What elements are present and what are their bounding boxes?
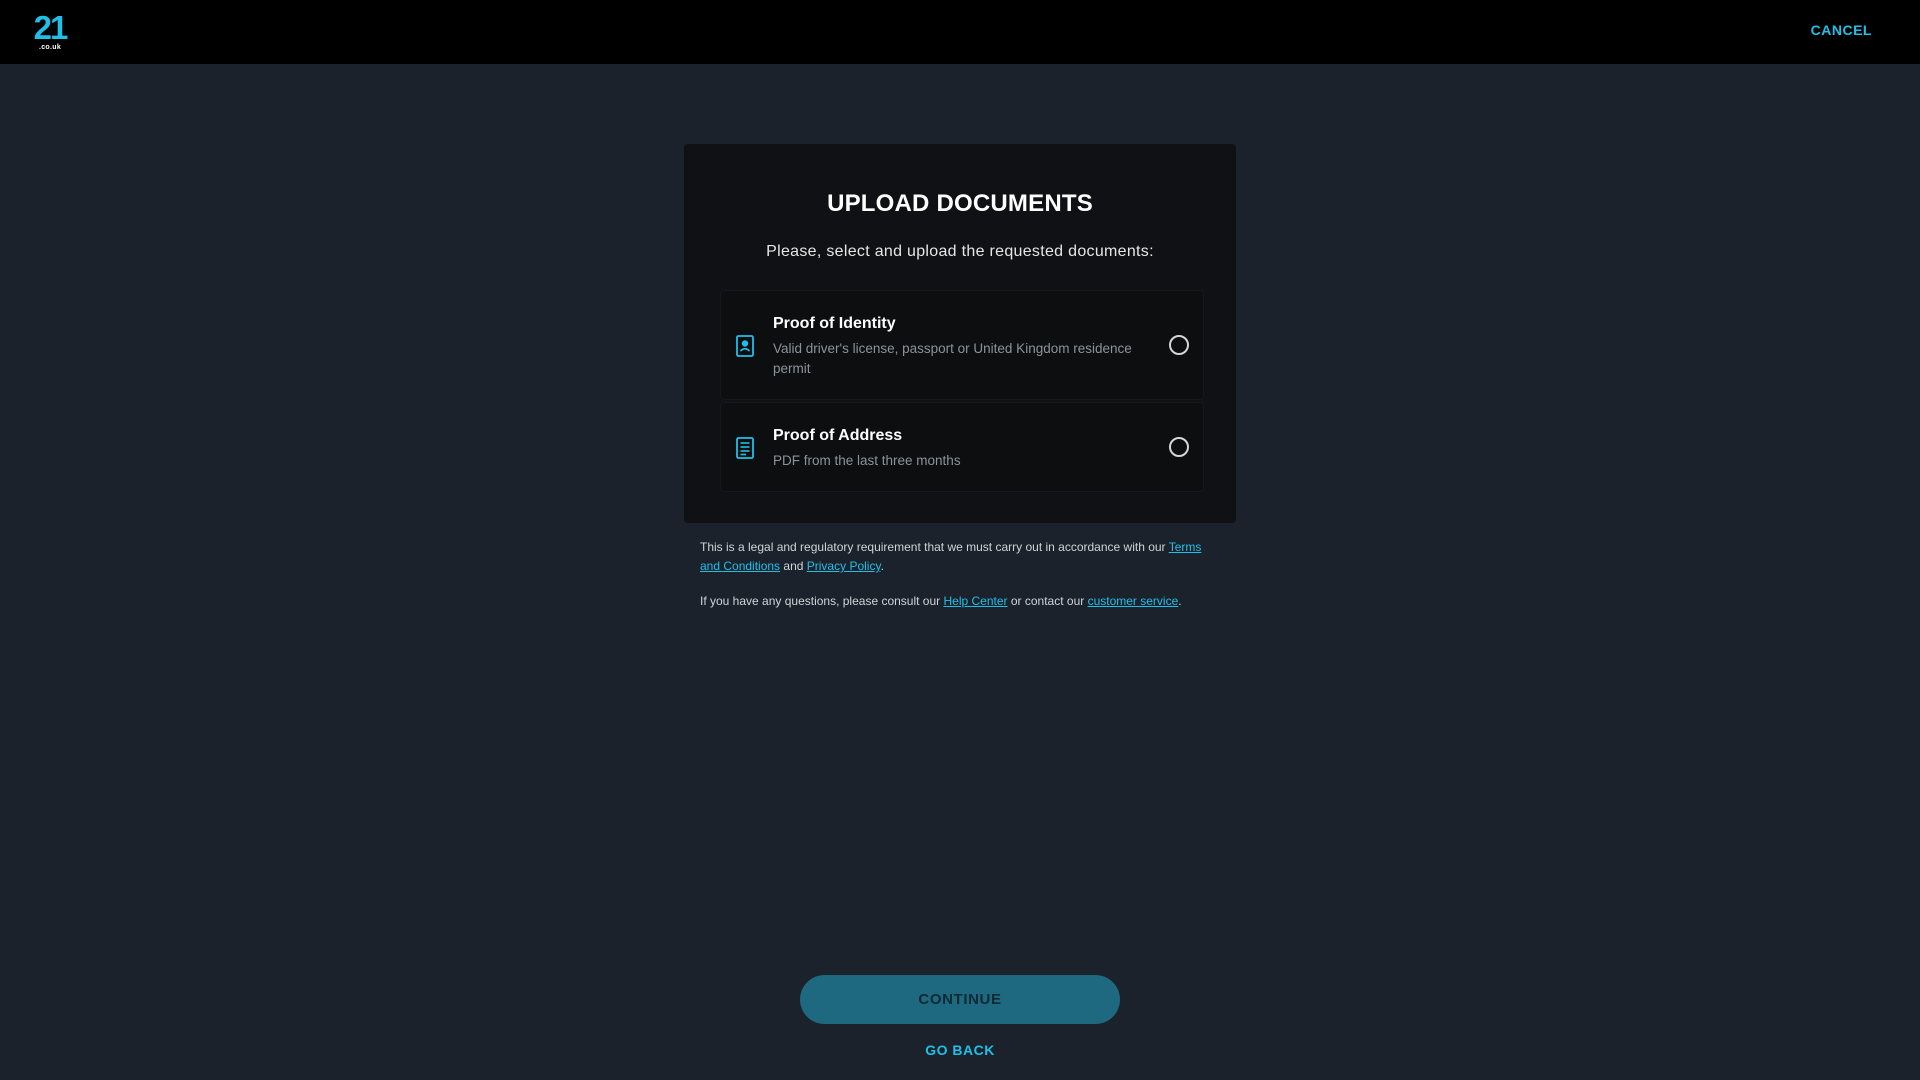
- option-title: Proof of Identity: [773, 315, 896, 332]
- legal-text: .: [880, 559, 884, 573]
- help-text: or contact our: [1007, 594, 1088, 608]
- help-text: .: [1178, 594, 1182, 608]
- go-back-button[interactable]: GO BACK: [925, 1042, 995, 1058]
- brand-logo[interactable]: 21 .co.uk: [31, 9, 69, 52]
- continue-button[interactable]: CONTINUE: [800, 975, 1120, 1024]
- option-description: PDF from the last three months: [773, 453, 961, 468]
- radio-button[interactable]: [1169, 335, 1189, 355]
- go-back-row: GO BACK: [0, 1042, 1920, 1058]
- help-text: If you have any questions, please consul…: [700, 594, 944, 608]
- help-notice: If you have any questions, please consul…: [700, 592, 1220, 611]
- radio-button[interactable]: [1169, 437, 1189, 457]
- legal-text: and: [780, 559, 807, 573]
- privacy-policy-link[interactable]: Privacy Policy: [807, 559, 881, 573]
- customer-service-link[interactable]: customer service: [1088, 594, 1179, 608]
- help-center-link[interactable]: Help Center: [944, 594, 1008, 608]
- document-lines-icon: [736, 437, 754, 459]
- page-subtitle: Please, select and upload the requested …: [766, 243, 1154, 260]
- option-description: Valid driver's license, passport or Unit…: [773, 341, 1132, 376]
- legal-text: This is a legal and regulatory requireme…: [700, 540, 1169, 554]
- option-title: Proof of Address: [773, 427, 903, 444]
- top-bar: 21 .co.uk CANCEL: [0, 0, 1920, 64]
- option-proof-of-address[interactable]: Proof of Address PDF from the last three…: [720, 402, 1204, 492]
- id-document-icon: [736, 335, 754, 357]
- legal-notice: This is a legal and regulatory requireme…: [700, 538, 1220, 576]
- page-title: UPLOAD DOCUMENTS: [827, 190, 1093, 217]
- cancel-button[interactable]: CANCEL: [1811, 22, 1872, 38]
- option-proof-of-identity[interactable]: Proof of Identity Valid driver's license…: [720, 290, 1204, 400]
- logo-number: 21: [33, 9, 69, 46]
